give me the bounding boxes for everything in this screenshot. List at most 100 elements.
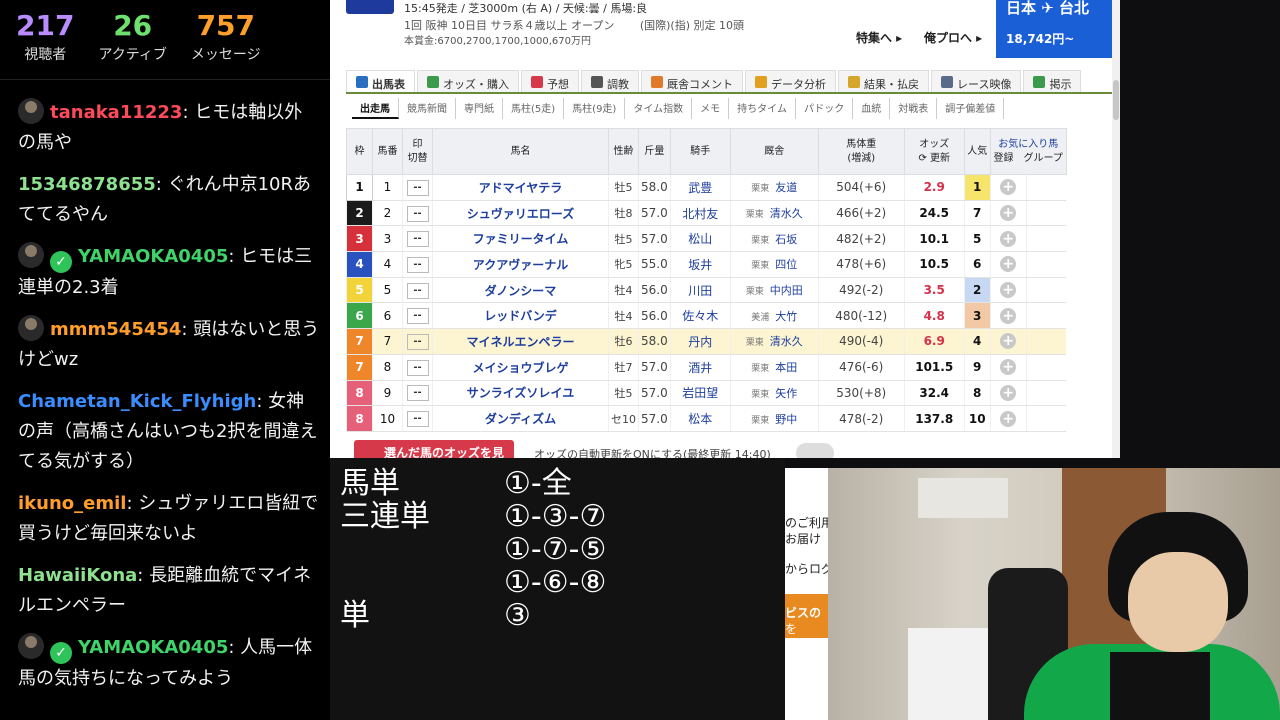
tab-7[interactable]: レース映像	[931, 70, 1022, 92]
add-favorite-icon[interactable]: +	[1000, 333, 1017, 350]
horse-name-link[interactable]: メイショウブレゲ	[432, 354, 609, 381]
mark-select[interactable]: --	[406, 308, 429, 325]
carried-weight: 57.0	[638, 380, 671, 407]
col-weight[interactable]: 斤量	[638, 128, 671, 175]
mark-switch[interactable]: 切替	[408, 153, 428, 164]
col-name[interactable]: 馬名	[432, 128, 609, 175]
popularity-rank: 1	[963, 174, 991, 201]
trainer-link[interactable]: 大竹	[775, 310, 797, 323]
mark-select[interactable]: --	[406, 411, 429, 428]
add-favorite-icon[interactable]: +	[1000, 282, 1017, 299]
horse-name-link[interactable]: アドマイヤテラ	[432, 174, 609, 201]
jockey-link[interactable]: 松本	[669, 405, 731, 432]
trainer-link[interactable]: 矢作	[775, 387, 797, 400]
mark-select[interactable]: --	[406, 359, 429, 376]
add-favorite-icon[interactable]: +	[1000, 230, 1017, 247]
tab-6[interactable]: 結果・払戻	[838, 70, 929, 92]
trainer-link[interactable]: 本田	[775, 361, 797, 374]
add-favorite-icon[interactable]: +	[1000, 179, 1017, 196]
subtab-7[interactable]: 持ちタイム	[729, 98, 796, 119]
subtab-11[interactable]: 調子偏差値	[937, 98, 1005, 119]
chat-separator: :	[182, 102, 195, 123]
subtab-6[interactable]: メモ	[692, 98, 730, 119]
jockey-link[interactable]: 北村友	[669, 200, 731, 227]
add-favorite-icon[interactable]: +	[1000, 384, 1017, 401]
browser-scrollbar[interactable]	[1112, 0, 1120, 458]
subtab-4[interactable]: 馬柱(9走)	[564, 98, 626, 119]
mark-select[interactable]: --	[406, 333, 429, 350]
jockey-link[interactable]: 酒井	[669, 354, 731, 381]
trainer-link[interactable]: 友道	[775, 181, 797, 194]
horse-name-link[interactable]: サンライズソレイユ	[432, 380, 609, 407]
col-ninki[interactable]: 人気	[963, 128, 991, 175]
subtab-10[interactable]: 対戦表	[890, 98, 938, 119]
chat-username[interactable]: YAMAOKA0405	[78, 246, 228, 267]
trainer-link[interactable]: 清水久	[770, 335, 803, 348]
jockey-link[interactable]: 松山	[669, 225, 731, 253]
chat-username[interactable]: HawaiiKona	[18, 565, 137, 586]
add-favorite-icon[interactable]: +	[1000, 256, 1017, 273]
chat-username[interactable]: mmm545454	[50, 319, 181, 340]
horse-name-link[interactable]: ファミリータイム	[432, 225, 609, 253]
chat-username[interactable]: ikuno_emil	[18, 493, 126, 514]
auto-update-toggle[interactable]	[796, 443, 834, 458]
chat-username[interactable]: tanaka11223	[50, 102, 182, 123]
trainer-link[interactable]: 四位	[775, 258, 797, 271]
tab-3[interactable]: 調教	[581, 70, 639, 92]
trainer-link[interactable]: 野中	[775, 413, 797, 426]
mark-select[interactable]: --	[406, 231, 429, 248]
tab-5[interactable]: データ分析	[745, 70, 836, 92]
add-favorite-icon[interactable]: +	[1000, 205, 1017, 222]
tab-icon	[356, 76, 368, 88]
subtab-8[interactable]: パドック	[796, 98, 854, 119]
mark-select[interactable]: --	[406, 256, 429, 273]
horse-name-link[interactable]: レッドバンデ	[432, 302, 609, 330]
mark-select[interactable]: --	[406, 282, 429, 299]
tab-4[interactable]: 厩舎コメント	[641, 70, 743, 92]
horse-name-link[interactable]: アクアヴァーナル	[432, 251, 609, 278]
messages-stat: 757 メッセージ	[191, 10, 261, 79]
scrollbar-thumb[interactable]	[1113, 80, 1119, 120]
chat-username[interactable]: YAMAOKA0405	[78, 637, 228, 658]
feature-link[interactable]: 特集へ ▸	[856, 29, 902, 46]
horse-name-link[interactable]: ダノンシーマ	[432, 277, 609, 304]
chat-username[interactable]: 15346878655	[18, 174, 156, 195]
odds-refresh-button[interactable]: ⟳ 更新	[918, 153, 950, 164]
trainer-link[interactable]: 中内田	[770, 284, 803, 297]
add-favorite-icon[interactable]: +	[1000, 359, 1017, 376]
mark-select[interactable]: --	[406, 385, 429, 402]
tab-0[interactable]: 出馬表	[346, 70, 415, 92]
jockey-link[interactable]: 川田	[669, 277, 731, 304]
jockey-link[interactable]: 坂井	[669, 251, 731, 278]
flight-ad[interactable]: 日本 ✈ 台北 18,742円~	[996, 0, 1112, 58]
orepro-link[interactable]: 俺プロへ ▸	[924, 29, 982, 46]
add-favorite-icon[interactable]: +	[1000, 307, 1017, 324]
chat-username[interactable]: Chametan_Kick_Flyhigh	[18, 391, 256, 412]
jockey-link[interactable]: 丹内	[669, 328, 731, 355]
subtab-2[interactable]: 専門紙	[456, 98, 503, 119]
tab-2[interactable]: 予想	[521, 70, 579, 92]
trainer-link[interactable]: 清水久	[770, 207, 803, 220]
subtab-5[interactable]: タイム指数	[625, 98, 693, 119]
jockey-link[interactable]: 武豊	[669, 174, 731, 201]
subtab-3[interactable]: 馬柱(5走)	[503, 98, 565, 119]
tab-8[interactable]: 掲示	[1023, 70, 1082, 92]
trainer-link[interactable]: 石坂	[775, 233, 797, 246]
jockey-link[interactable]: 岩田望	[669, 380, 731, 407]
horse-name-link[interactable]: ダンディズム	[432, 405, 609, 432]
subtab-0[interactable]: 出走馬	[352, 98, 399, 119]
mark-select[interactable]: --	[406, 205, 429, 222]
body-weight: 530(+8)	[817, 380, 905, 407]
subtab-1[interactable]: 競馬新聞	[399, 98, 456, 119]
jockey-link[interactable]: 佐々木	[669, 302, 731, 330]
add-favorite-icon[interactable]: +	[1000, 410, 1017, 427]
mark-select[interactable]: --	[406, 179, 429, 196]
subtab-9[interactable]: 血統	[853, 98, 891, 119]
site-logo[interactable]	[346, 0, 394, 14]
col-bodyweight[interactable]: 馬体重 (増減)	[817, 128, 905, 175]
view-odds-button[interactable]: 選んだ馬のオッズを見る	[354, 440, 514, 458]
tab-1[interactable]: オッズ・購入	[417, 70, 519, 92]
horse-name-link[interactable]: マイネルエンペラー	[432, 328, 609, 355]
col-favorite: お気に入り馬 登録 グループ	[989, 128, 1067, 175]
horse-name-link[interactable]: シュヴァリエローズ	[432, 200, 609, 227]
